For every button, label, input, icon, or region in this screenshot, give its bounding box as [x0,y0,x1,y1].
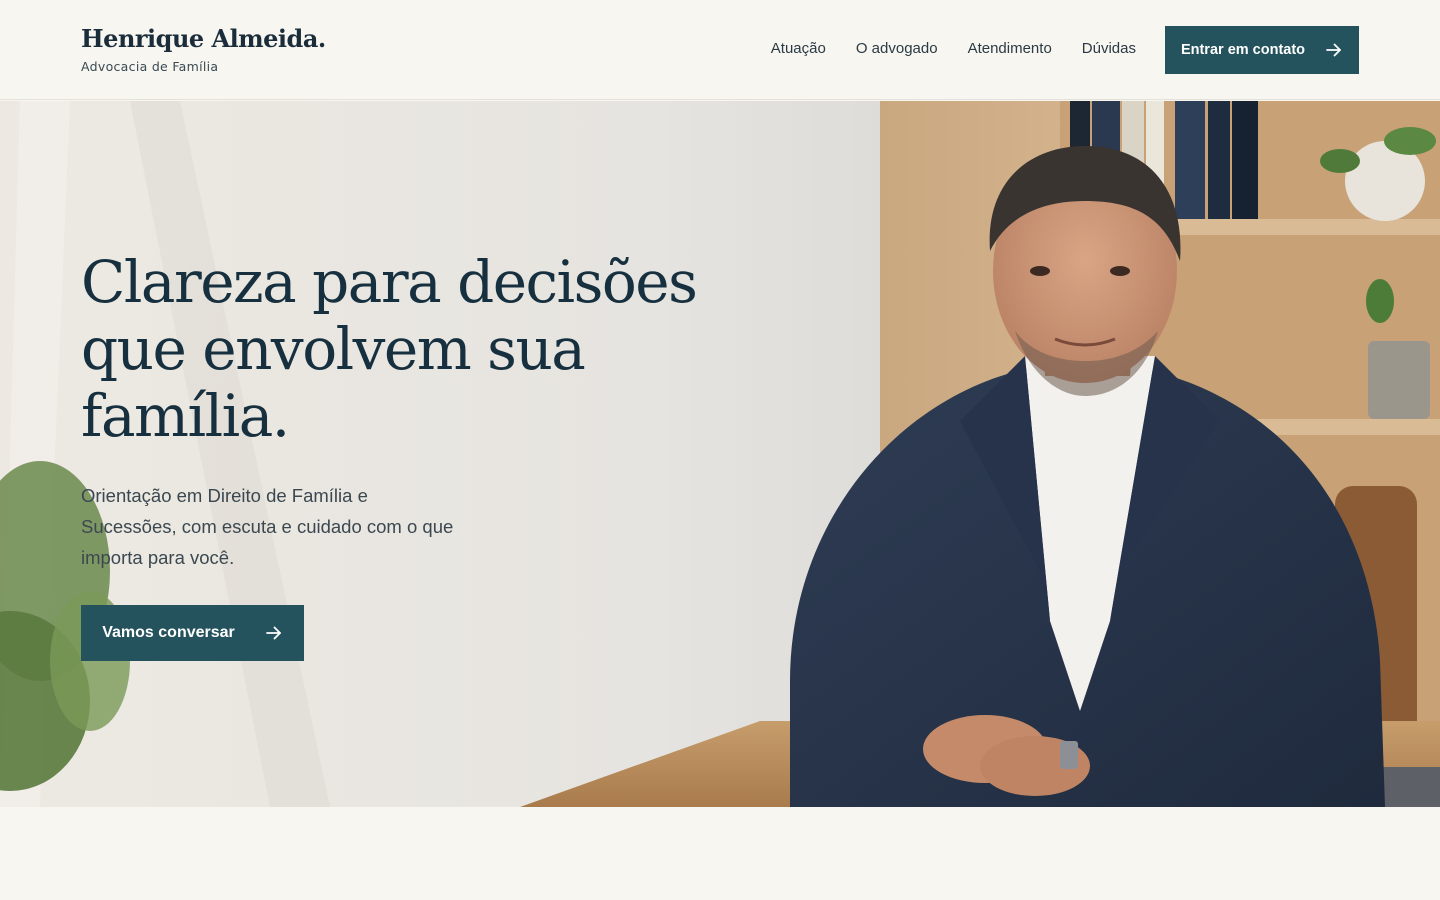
nav-link-atendimento[interactable]: Atendimento [968,38,1052,60]
brand[interactable]: Henrique Almeida. Advocacia de Família [81,24,326,74]
hero-title-line: família. [81,382,290,450]
hero-subtitle-line: importa para você. [81,547,235,568]
next-section [0,807,1440,900]
contact-button[interactable]: Entrar em contato [1165,26,1359,74]
nav-link-atuacao[interactable]: Atuação [771,38,826,60]
site-header: Henrique Almeida. Advocacia de Família A… [0,0,1440,100]
brand-name[interactable]: Henrique Almeida. [81,24,326,54]
hero-title-line: Clareza para decisões [81,248,698,316]
hero-subtitle-line: Orientação em Direito de Família e [81,485,368,506]
arrow-right-icon [265,624,283,642]
nav-link-duvidas[interactable]: Dúvidas [1082,38,1136,60]
brand-tagline: Advocacia de Família [81,59,219,74]
talk-button-label: Vamos conversar [102,624,235,641]
hero-title-line: que envolvem sua [81,315,586,383]
hero-subtitle: Orientação em Direito de Família e Suces… [81,480,471,573]
arrow-right-icon [1325,41,1343,59]
hero: Clareza para decisões que envolvem sua f… [0,101,1440,807]
nav-link-o-advogado[interactable]: O advogado [856,38,938,60]
talk-button[interactable]: Vamos conversar [81,605,304,661]
hero-subtitle-line: Sucessões, com escuta e cuidado com o qu… [81,516,454,537]
main-nav: Atuação O advogado Atendimento Dúvidas [771,38,1136,60]
contact-button-label: Entrar em contato [1180,42,1306,58]
hero-title: Clareza para decisões que envolvem sua f… [81,249,761,450]
hero-content: Clareza para decisões que envolvem sua f… [81,249,761,661]
